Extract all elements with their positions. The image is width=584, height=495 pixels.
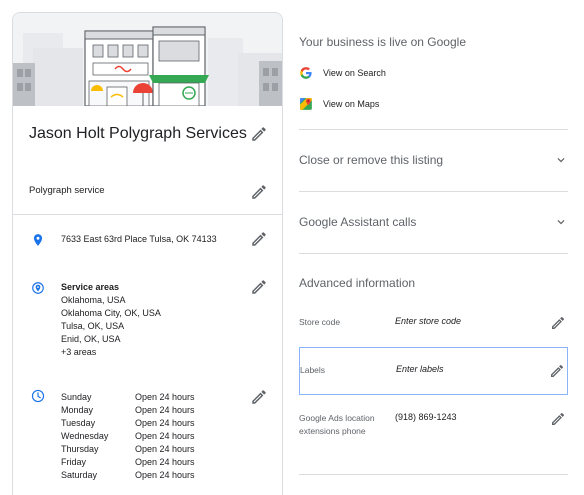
service-area-item: Enid, OK, USA [61,334,121,344]
hours-row: Monday Open 24 hours [61,404,195,417]
hours-time: Open 24 hours [135,444,195,454]
edit-ads-phone-pencil-icon[interactable] [550,411,566,427]
service-area-item: Oklahoma City, OK, USA [61,308,161,318]
storefront-illustration [13,13,282,106]
google-maps-icon [299,97,313,111]
store-code-placeholder: Enter store code [395,316,462,326]
ads-phone-row[interactable]: Google Ads location extensions phone (91… [299,404,568,464]
edit-name-pencil-icon[interactable] [250,125,268,143]
labels-placeholder: Enter labels [396,364,444,374]
hours-row: Thursday Open 24 hours [61,443,195,456]
card-divider [13,214,282,215]
hours-time: Open 24 hours [135,418,195,428]
hours-row: Wednesday Open 24 hours [61,430,195,443]
labels-row[interactable]: Labels Enter labels [299,347,568,395]
edit-hours-pencil-icon[interactable] [250,388,268,406]
hours-day: Tuesday [61,418,96,428]
view-on-maps-label: View on Maps [323,99,380,109]
business-profile-page: Jason Holt Polygraph Services Polygraph … [0,0,584,495]
hours-row: Sunday Open 24 hours [61,391,195,404]
hours-row: Tuesday Open 24 hours [61,417,195,430]
hours-day: Wednesday [61,431,109,441]
hours-row: Saturday Open 24 hours [61,469,195,482]
location-pin-icon [31,232,45,248]
section-divider [299,253,568,254]
service-area-icon [31,280,45,296]
hours-time: Open 24 hours [135,457,195,467]
assistant-calls-label: Google Assistant calls [299,215,417,229]
labels-label: Labels [300,365,326,375]
close-listing-accordion[interactable]: Close or remove this listing [299,129,568,191]
close-listing-label: Close or remove this listing [299,153,444,167]
hours-row: Friday Open 24 hours [61,456,195,469]
hours-day: Thursday [61,444,99,454]
hours-time: Open 24 hours [135,470,195,480]
edit-category-pencil-icon[interactable] [250,183,268,201]
business-name: Jason Holt Polygraph Services [29,125,247,142]
business-hours: Sunday Open 24 hours Monday Open 24 hours … [61,391,195,482]
hours-day: Friday [61,457,87,467]
right-panel: Your business is live on Google View on … [299,0,584,495]
business-info-card: Jason Holt Polygraph Services Polygraph … [12,12,283,495]
edit-service-areas-pencil-icon[interactable] [250,278,268,296]
clock-icon [31,389,45,403]
ads-phone-value: (918) 869-1243 [395,412,457,422]
service-areas-title: Service areas [61,282,120,292]
hours-day: Saturday [61,470,98,480]
store-code-label: Store code [299,317,341,327]
business-category: Polygraph service [29,185,105,196]
hours-time: Open 24 hours [135,405,195,415]
ads-phone-label: Google Ads location extensions phone [299,413,375,436]
service-area-item: Oklahoma, USA [61,295,126,305]
edit-address-pencil-icon[interactable] [250,230,268,248]
business-address: 7633 East 63rd Place Tulsa, OK 74133 [61,234,217,244]
assistant-calls-accordion[interactable]: Google Assistant calls [299,191,568,253]
google-g-icon [299,66,313,80]
edit-labels-pencil-icon[interactable] [549,363,565,379]
view-on-maps-link[interactable]: View on Maps [299,97,379,111]
service-area-more: +3 areas [61,347,97,357]
hours-day: Monday [61,405,94,415]
hours-time: Open 24 hours [135,392,195,402]
service-area-item: Tulsa, OK, USA [61,321,125,331]
section-divider [299,474,568,475]
view-on-search-link[interactable]: View on Search [299,66,386,80]
chevron-down-icon [554,215,568,229]
store-code-row[interactable]: Store code Enter store code [299,300,568,346]
hours-day: Sunday [61,392,92,402]
chevron-down-icon [554,153,568,167]
advanced-info-title: Advanced information [299,276,416,290]
hours-time: Open 24 hours [135,431,195,441]
view-on-search-label: View on Search [323,68,386,78]
service-areas: Service areas Oklahoma, USA Oklahoma Cit… [61,281,161,359]
edit-store-code-pencil-icon[interactable] [550,315,566,331]
live-status-title: Your business is live on Google [299,35,466,49]
